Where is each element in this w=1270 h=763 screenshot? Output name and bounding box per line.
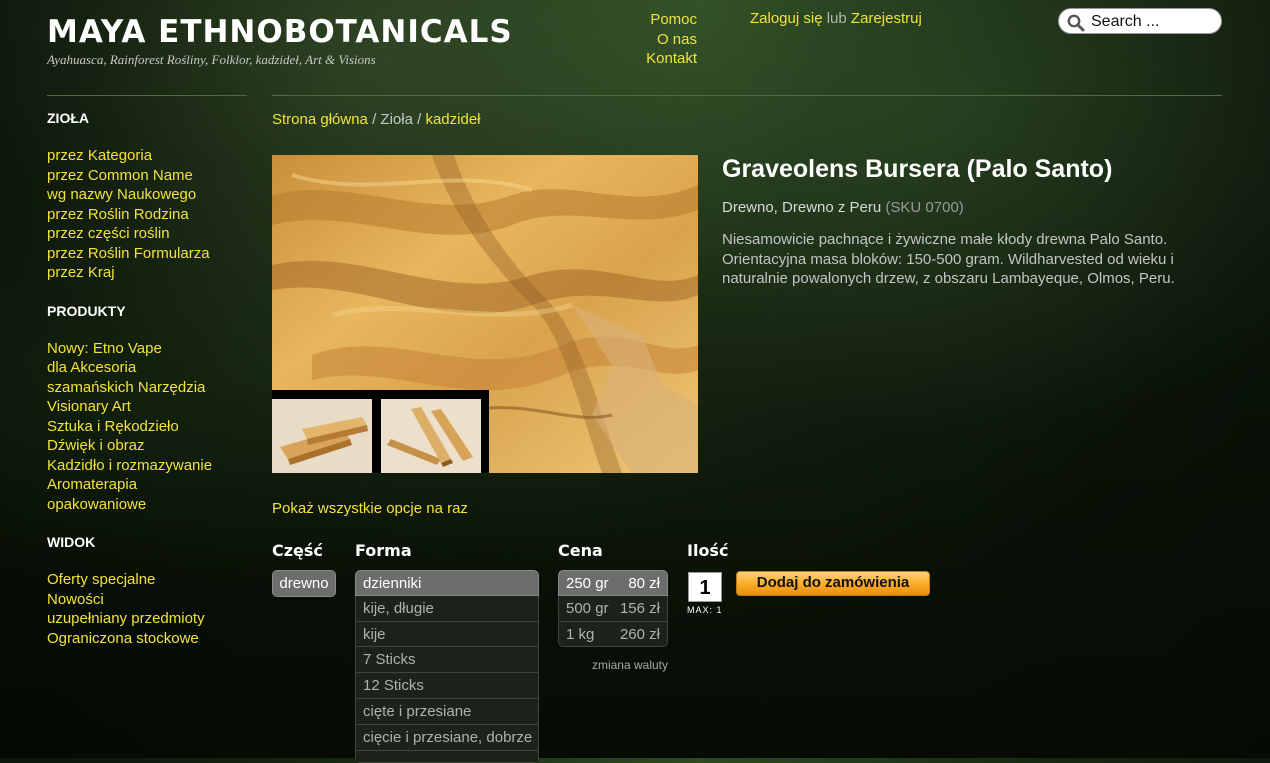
sidebar-item[interactable]: przez Roślin Formularza — [47, 244, 247, 264]
part-option-wood[interactable]: drewno — [272, 570, 336, 597]
price-option[interactable]: 250 gr 80 zł — [558, 570, 668, 596]
sidebar: ZIOŁA przez Kategoria przez Common Name … — [47, 110, 247, 668]
price-option[interactable]: 1 kg 260 zł — [558, 621, 668, 648]
sidebar-item[interactable]: szamańskich Narzędzia — [47, 378, 247, 398]
price-amount: 260 zł — [619, 625, 660, 643]
or-text: lub — [826, 10, 847, 27]
contact-link[interactable]: Kontakt — [600, 49, 697, 69]
part-column-header: Część — [272, 541, 323, 560]
sidebar-heading-herbs: ZIOŁA — [47, 110, 89, 126]
register-link[interactable]: Zarejestruj — [851, 10, 922, 27]
product-thumbnail[interactable] — [272, 399, 372, 473]
form-option[interactable]: 12 Sticks — [355, 673, 539, 699]
top-links: Pomoc O nas Kontakt — [600, 10, 697, 69]
price-weight: 500 gr — [566, 599, 609, 617]
form-option[interactable]: kije — [355, 621, 539, 648]
form-column-header: Forma — [355, 541, 412, 560]
sidebar-divider — [47, 95, 247, 96]
breadcrumb-separator: / — [372, 111, 377, 128]
sidebar-item[interactable]: Visionary Art — [47, 397, 247, 417]
price-options-list: 250 gr 80 zł 500 gr 156 zł 1 kg 260 zł — [558, 570, 668, 648]
sidebar-item[interactable]: Dźwięk i obraz — [47, 436, 247, 456]
breadcrumb-category: Zioła — [380, 111, 413, 128]
product-category: Drewno, Drewno z Peru (SKU 0700) — [722, 199, 964, 216]
breadcrumb-home[interactable]: Strona główna — [272, 111, 368, 128]
form-option[interactable]: cięte i przesiane — [355, 698, 539, 725]
account-links: Zaloguj się lub Zarejestruj — [750, 10, 922, 27]
breadcrumb: Strona główna / Zioła / kadzideł — [272, 111, 481, 128]
product-description: Niesamowicie pachnące i żywiczne małe kł… — [722, 231, 1175, 287]
form-options-list: dzienniki kije, długie kije 7 Sticks 12 … — [355, 570, 539, 763]
sidebar-item[interactable]: Sztuka i Rękodzieło — [47, 417, 247, 437]
sidebar-heading-products: PRODUKTY — [47, 302, 126, 319]
quantity-input[interactable]: 1 — [688, 572, 722, 602]
price-option[interactable]: 500 gr 156 zł — [558, 595, 668, 622]
sidebar-item[interactable]: dla Akcesoria — [47, 358, 247, 378]
sidebar-heading-view: WIDOK — [47, 534, 96, 550]
sidebar-item[interactable]: przez Kategoria — [47, 146, 247, 166]
search-icon — [1067, 14, 1085, 32]
sidebar-item[interactable]: przez Roślin Rodzina — [47, 205, 247, 225]
sidebar-item[interactable]: przez części roślin — [47, 224, 247, 244]
sidebar-item[interactable]: przez Common Name — [47, 166, 247, 186]
price-amount: 156 zł — [619, 599, 660, 617]
sidebar-item[interactable]: uzupełniany przedmioty — [47, 609, 247, 629]
search-box[interactable] — [1058, 8, 1222, 34]
sidebar-item[interactable]: wg nazwy Naukowego — [47, 185, 247, 205]
sidebar-item[interactable]: opakowaniowe — [47, 495, 247, 515]
product-title: Graveolens Bursera (Palo Santo) — [722, 155, 1113, 183]
sidebar-item[interactable]: Kadzidło i rozmazywanie — [47, 456, 247, 476]
add-to-order-button[interactable]: Dodaj do zamówienia — [736, 571, 930, 596]
product-thumbnail[interactable] — [381, 399, 481, 473]
form-option[interactable]: kije, długie — [355, 595, 539, 622]
price-weight: 250 gr — [566, 575, 609, 592]
quantity-column-header: Ilość — [687, 541, 729, 560]
breadcrumb-current[interactable]: kadzideł — [425, 111, 480, 128]
change-currency-link[interactable]: zmiana waluty — [558, 658, 668, 672]
sidebar-item[interactable]: Aromaterapia — [47, 475, 247, 495]
product-sku: (SKU 0700) — [885, 199, 964, 216]
form-option[interactable]: dzienniki — [355, 570, 539, 596]
form-option-partial[interactable] — [355, 750, 539, 763]
form-option[interactable]: cięcie i przesiane, dobrze — [355, 724, 539, 751]
content-divider — [272, 95, 1222, 96]
price-column-header: Cena — [558, 541, 603, 560]
price-weight: 1 kg — [566, 625, 595, 643]
product-category-text: Drewno, Drewno z Peru — [722, 199, 882, 216]
site-title[interactable]: MAYA ETHNOBOTANICALS — [47, 14, 513, 50]
sidebar-item[interactable]: Nowy: Etno Vape — [47, 339, 247, 359]
form-option[interactable]: 7 Sticks — [355, 647, 539, 674]
sidebar-item[interactable]: przez Kraj — [47, 263, 247, 283]
help-link[interactable]: Pomoc — [600, 10, 697, 30]
price-amount: 80 zł — [628, 575, 660, 592]
site-tagline: Ayahuasca, Rainforest Rośliny, Folklor, … — [47, 52, 376, 67]
sidebar-item[interactable]: Ograniczona stockowe — [47, 629, 247, 649]
quantity-max-label: MAX: 1 — [687, 605, 723, 615]
breadcrumb-separator: / — [417, 111, 422, 128]
login-link[interactable]: Zaloguj się — [750, 10, 823, 27]
search-input[interactable] — [1091, 12, 1215, 32]
show-all-options-link[interactable]: Pokaż wszystkie opcje na raz — [272, 500, 468, 517]
about-link[interactable]: O nas — [600, 30, 697, 50]
sidebar-item[interactable]: Oferty specjalne — [47, 570, 247, 590]
sidebar-item[interactable]: Nowości — [47, 590, 247, 610]
